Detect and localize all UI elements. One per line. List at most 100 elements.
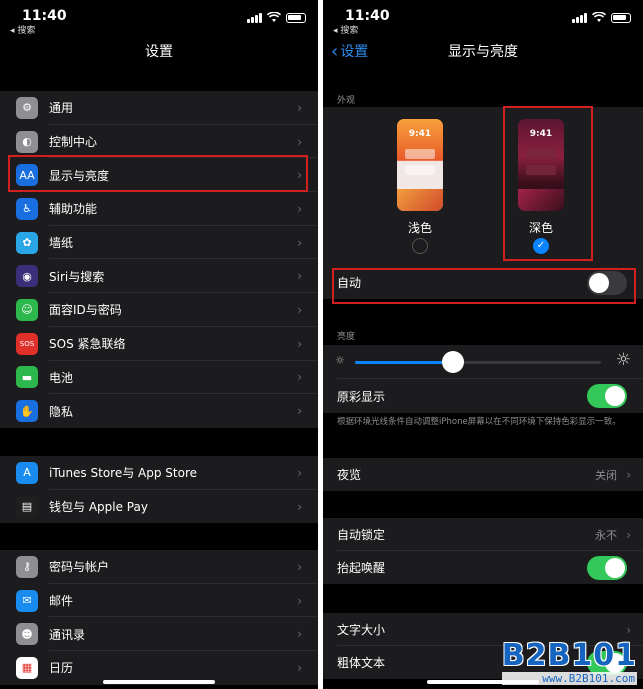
calendar-icon: ▦ bbox=[16, 656, 38, 679]
brightness-row: ☼ ☼ bbox=[323, 345, 643, 379]
chevron-right-icon: › bbox=[297, 235, 302, 250]
night-shift-row[interactable]: 夜览 关闭 › bbox=[323, 458, 643, 491]
settings-group-accounts: ⚷ 密码与帐户 › ✉ 邮件 › ☻ 通讯录 › ▦ 日历 › bbox=[0, 550, 318, 685]
wallet-icon: ▤ bbox=[16, 495, 38, 518]
settings-screen: 11:40 ◂ 搜索 设置 ⚙ 通用 › ◐ 控制中心 › AA 显示与亮度 › ♿ 辅助功能 › ✿ 墙… bbox=[0, 0, 318, 689]
chevron-right-icon: › bbox=[297, 336, 302, 351]
chevron-right-icon: › bbox=[297, 302, 302, 317]
chevron-right-icon: › bbox=[297, 593, 302, 608]
chevron-right-icon: › bbox=[297, 134, 302, 149]
settings-row-label: 墙纸 bbox=[49, 236, 74, 251]
true-tone-row: 原彩显示 bbox=[323, 379, 643, 413]
status-time: 11:40 bbox=[345, 8, 390, 24]
highlight-box-dark-mode bbox=[503, 106, 593, 261]
contacts-icon: ☻ bbox=[16, 623, 38, 646]
settings-row-label: 邮件 bbox=[49, 594, 74, 609]
chevron-right-icon: › bbox=[297, 404, 302, 419]
chevron-left-icon: ‹ bbox=[331, 41, 339, 62]
text-size-label: 文字大小 bbox=[337, 623, 386, 637]
settings-row-label: 面容ID与密码 bbox=[49, 303, 122, 318]
page-title: 显示与亮度 bbox=[448, 44, 518, 60]
home-indicator bbox=[103, 680, 215, 684]
signal-icon bbox=[572, 12, 587, 23]
appearance-panel: 9:41 浅色 9:41 深色 ✓ bbox=[323, 107, 643, 266]
settings-row-label: iTunes Store与 App Store bbox=[49, 466, 198, 481]
bold-text-label: 粗体文本 bbox=[337, 656, 386, 670]
face-id-icon: ☺ bbox=[16, 298, 38, 321]
settings-row[interactable]: ✿ 墙纸 › bbox=[0, 226, 318, 260]
appearance-section-label: 外观 bbox=[337, 96, 356, 106]
gear-icon: ⚙ bbox=[16, 96, 38, 119]
chevron-right-icon: › bbox=[297, 201, 302, 216]
settings-row-label: 通用 bbox=[49, 101, 74, 116]
light-mode-preview[interactable]: 9:41 bbox=[397, 119, 443, 211]
settings-row[interactable]: ♿ 辅助功能 › bbox=[0, 192, 318, 226]
settings-row[interactable]: SOS SOS 紧急联络 › bbox=[0, 327, 318, 361]
watermark: B2B101 www.B2B101.com bbox=[501, 640, 637, 685]
settings-row-label: 通讯录 bbox=[49, 627, 86, 642]
night-shift-value: 关闭 bbox=[595, 468, 617, 482]
chevron-right-icon: › bbox=[626, 527, 631, 542]
settings-group-store: AiTunes Store与 App Store › ▤ 钱包与 Apple Pay › bbox=[0, 456, 318, 524]
settings-row[interactable]: ⚙ 通用 › bbox=[0, 91, 318, 125]
chevron-right-icon: › bbox=[626, 467, 631, 482]
light-preview-time: 9:41 bbox=[408, 129, 432, 139]
highlight-box-display bbox=[8, 155, 308, 192]
settings-row-label: 电池 bbox=[49, 370, 74, 385]
system-icons bbox=[247, 12, 306, 23]
wifi-icon bbox=[267, 12, 281, 22]
settings-row-label: 控制中心 bbox=[49, 135, 98, 150]
settings-row[interactable]: ☺ 面容ID与密码 › bbox=[0, 293, 318, 327]
chevron-right-icon: › bbox=[297, 627, 302, 642]
watermark-url: www.B2B101.com bbox=[501, 672, 637, 685]
status-bar: 11:40 ◂ 搜索 bbox=[323, 0, 643, 40]
system-icons bbox=[572, 12, 631, 23]
back-button-label: 设置 bbox=[340, 44, 369, 60]
highlight-box-auto bbox=[332, 268, 636, 304]
chevron-right-icon: › bbox=[297, 559, 302, 574]
back-to-app-link[interactable]: ◂ 搜索 bbox=[333, 23, 358, 36]
siri-icon: ◉ bbox=[16, 265, 38, 288]
true-tone-label: 原彩显示 bbox=[337, 389, 386, 404]
settings-row[interactable]: ✉ 邮件 › bbox=[0, 584, 318, 618]
settings-group-main: ⚙ 通用 › ◐ 控制中心 › AA 显示与亮度 › ♿ 辅助功能 › ✿ 墙纸 › ◉ Siri与搜索 › ☺ 面容… bbox=[0, 91, 318, 428]
settings-row[interactable]: ☻ 通讯录 › bbox=[0, 617, 318, 652]
chevron-right-icon: › bbox=[297, 370, 302, 385]
true-tone-description: 根据环境光线条件自动调整iPhone屏幕以在不同环境下保持色彩显示一致。 bbox=[337, 417, 621, 427]
status-time: 11:40 bbox=[22, 8, 67, 24]
brightness-slider-thumb[interactable] bbox=[442, 351, 465, 373]
back-button[interactable]: ‹ 设置 bbox=[331, 40, 368, 64]
sun-small-icon: ☼ bbox=[335, 354, 345, 367]
brightness-slider-track[interactable] bbox=[355, 351, 601, 373]
settings-row[interactable]: AiTunes Store与 App Store › bbox=[0, 456, 318, 490]
settings-row[interactable]: ◉ Siri与搜索 › bbox=[0, 259, 318, 294]
auto-lock-label: 自动锁定 bbox=[337, 528, 386, 542]
raise-to-wake-toggle[interactable] bbox=[587, 555, 627, 580]
control-center-icon: ◐ bbox=[16, 130, 38, 153]
back-to-app-link[interactable]: ◂ 搜索 bbox=[10, 23, 35, 36]
settings-row-label: 辅助功能 bbox=[49, 202, 98, 217]
auto-lock-row[interactable]: 自动锁定 永不 › bbox=[323, 518, 643, 551]
battery-icon: ▬ bbox=[16, 366, 38, 389]
settings-row[interactable]: ▤ 钱包与 Apple Pay › bbox=[0, 490, 318, 524]
brightness-group: ☼ ☼ 原彩显示 bbox=[323, 345, 643, 413]
battery-status-icon bbox=[286, 12, 306, 23]
night-shift-group: 夜览 关闭 › bbox=[323, 458, 643, 491]
wallpaper-icon: ✿ bbox=[16, 231, 38, 254]
settings-row-label: Siri与搜索 bbox=[49, 269, 105, 284]
privacy-hand-icon: ✋ bbox=[16, 400, 38, 423]
settings-row[interactable]: ⚷ 密码与帐户 › bbox=[0, 550, 318, 584]
wifi-icon bbox=[592, 12, 606, 22]
settings-row[interactable]: ✋ 隐私 › bbox=[0, 394, 318, 428]
settings-row[interactable]: ◐ 控制中心 › bbox=[0, 125, 318, 159]
light-mode-radio[interactable] bbox=[412, 238, 428, 254]
page-title: 设置 bbox=[145, 44, 173, 60]
chevron-right-icon: › bbox=[626, 622, 631, 637]
status-bar: 11:40 ◂ 搜索 bbox=[0, 0, 318, 40]
nav-bar: ‹ 设置 显示与亮度 bbox=[323, 40, 643, 70]
lock-group: 自动锁定 永不 › 抬起唤醒 bbox=[323, 518, 643, 584]
settings-row[interactable]: ▬ 电池 › bbox=[0, 361, 318, 395]
app-store-icon: A bbox=[16, 461, 38, 484]
true-tone-toggle[interactable] bbox=[587, 384, 627, 408]
auto-lock-value: 永不 bbox=[595, 528, 617, 542]
